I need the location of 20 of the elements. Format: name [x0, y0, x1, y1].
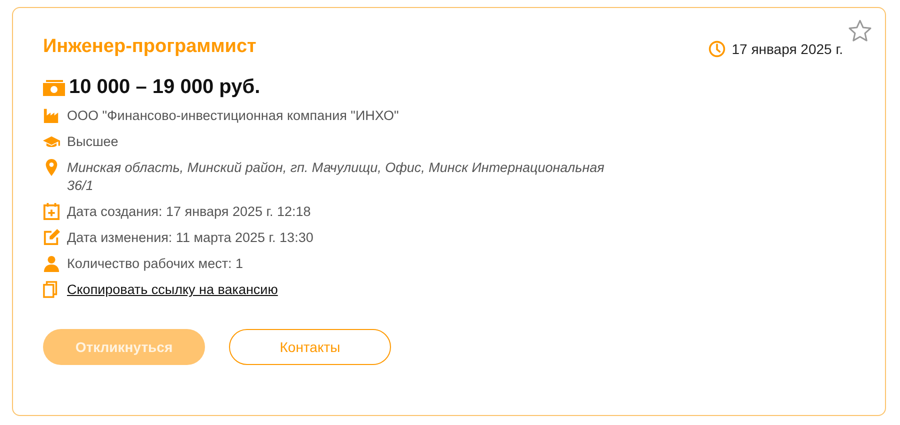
clock-icon	[708, 40, 726, 58]
vacancy-title[interactable]: Инженер-программист	[43, 36, 256, 58]
calendar-plus-icon	[43, 203, 60, 220]
copy-icon	[43, 281, 60, 298]
factory-icon	[43, 107, 60, 124]
detail-text: Дата изменения: 11 марта 2025 г. 13:30	[67, 229, 314, 247]
location-pin-icon	[43, 159, 60, 176]
person-icon	[43, 255, 60, 272]
publish-date: 17 января 2025 г.	[732, 41, 843, 57]
star-icon[interactable]	[847, 18, 873, 44]
detail-text: Дата создания: 17 января 2025 г. 12:18	[67, 203, 311, 221]
detail-text: ООО "Финансово-инвестиционная компания "ИНХО"	[67, 107, 399, 125]
salary-range: 10 000 – 19 000 руб.	[69, 76, 260, 99]
copy-link[interactable]: Скопировать ссылку на вакансию	[67, 281, 278, 299]
address-text: Минская область, Минский район, гп. Мачулищи, Офис, Минск Интернациональная 36/1	[67, 159, 606, 195]
detail-text: Высшее	[67, 133, 118, 151]
money-icon	[43, 80, 65, 96]
detail-text: Количество рабочих мест: 1	[67, 255, 244, 273]
edit-icon	[43, 229, 60, 246]
contacts-button[interactable]: Контакты	[229, 329, 391, 365]
